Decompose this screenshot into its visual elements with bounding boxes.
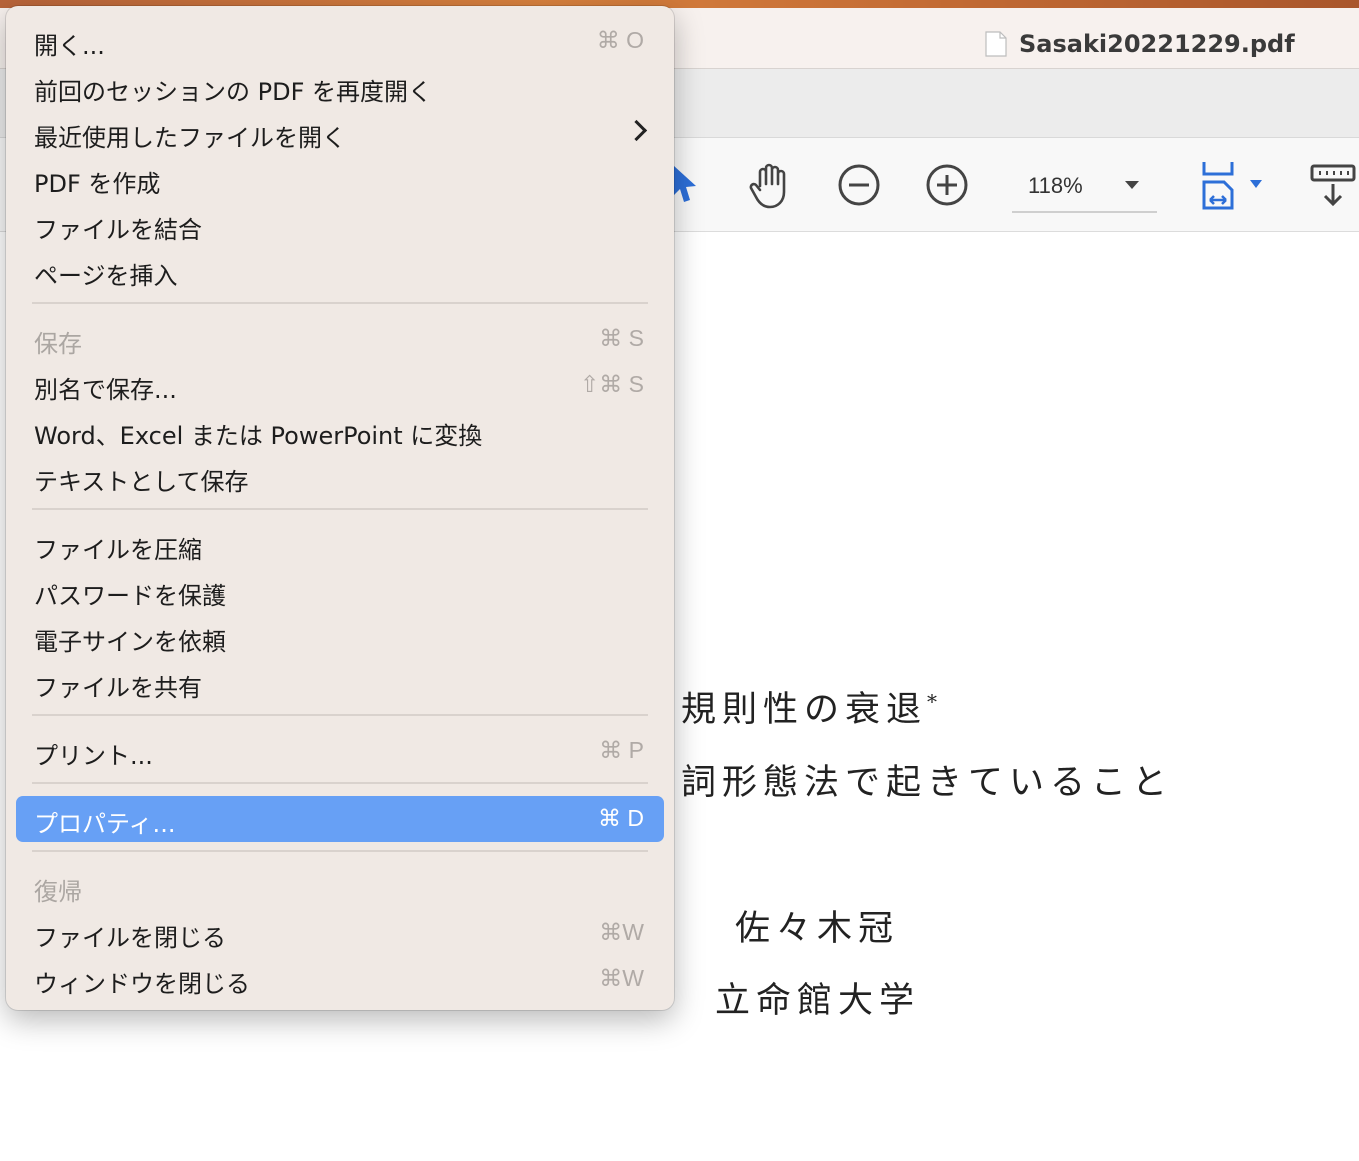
menu-item-convert-office[interactable]: Word、Excel または PowerPoint に変換 xyxy=(6,408,674,454)
zoom-out-icon[interactable] xyxy=(836,162,882,208)
menu-separator xyxy=(32,850,648,852)
scroll-mode-icon[interactable] xyxy=(1308,162,1358,210)
menu-item-close-file[interactable]: ファイルを閉じる ⌘W xyxy=(6,910,674,956)
menu-item-save[interactable]: 保存 ⌘ S xyxy=(6,316,674,362)
menu-item-insert-pages[interactable]: ページを挿入 xyxy=(6,248,674,294)
menu-item-combine-files[interactable]: ファイルを結合 xyxy=(6,202,674,248)
menu-item-open-recent[interactable]: 最近使用したファイルを開く xyxy=(6,110,674,156)
menu-item-compress[interactable]: ファイルを圧縮 xyxy=(6,522,674,568)
chevron-right-icon xyxy=(625,119,648,142)
menu-item-save-as[interactable]: 別名で保存... ⇧⌘ S xyxy=(6,362,674,408)
fit-page-icon[interactable] xyxy=(1198,160,1268,212)
zoom-in-icon[interactable] xyxy=(924,162,970,208)
menu-item-password-protect[interactable]: パスワードを保護 xyxy=(6,568,674,614)
menu-item-revert[interactable]: 復帰 xyxy=(6,864,674,910)
document-title: 不規則性の衰退* xyxy=(640,689,938,730)
menu-item-save-as-text[interactable]: テキストとして保存 xyxy=(6,454,674,500)
menu-item-share[interactable]: ファイルを共有 xyxy=(6,660,674,706)
menu-item-properties[interactable]: プロパティ... ⌘ D xyxy=(16,796,664,842)
file-menu: 開く... ⌘ O 前回のセッションの PDF を再度開く 最近使用したファイル… xyxy=(6,6,674,1010)
menu-separator xyxy=(32,508,648,510)
zoom-value: 118% xyxy=(1028,173,1083,198)
document-icon xyxy=(985,31,1007,57)
menu-item-create-pdf[interactable]: PDF を作成 xyxy=(6,156,674,202)
menu-item-request-esign[interactable]: 電子サインを依頼 xyxy=(6,614,674,660)
filename-label: Sasaki20221229.pdf xyxy=(1019,30,1295,58)
document-author: 佐々木冠 xyxy=(735,909,900,949)
document-subtitle: 動詞形態法で起きていること xyxy=(640,763,1174,803)
menu-separator xyxy=(32,782,648,784)
menu-item-print[interactable]: プリント... ⌘ P xyxy=(6,728,674,774)
menu-item-open[interactable]: 開く... ⌘ O xyxy=(6,18,674,64)
chevron-down-icon xyxy=(1125,181,1139,189)
menu-separator xyxy=(32,714,648,716)
menu-item-reopen-last-session[interactable]: 前回のセッションの PDF を再度開く xyxy=(6,64,674,110)
zoom-select[interactable]: 118% xyxy=(1012,165,1157,213)
menu-separator xyxy=(32,302,648,304)
hand-tool-icon[interactable] xyxy=(748,162,794,210)
document-filename: Sasaki20221229.pdf xyxy=(985,30,1295,58)
menu-item-close-window[interactable]: ウィンドウを閉じる ⌘W xyxy=(6,956,674,1002)
document-affiliation: 立命館大学 xyxy=(715,981,921,1021)
